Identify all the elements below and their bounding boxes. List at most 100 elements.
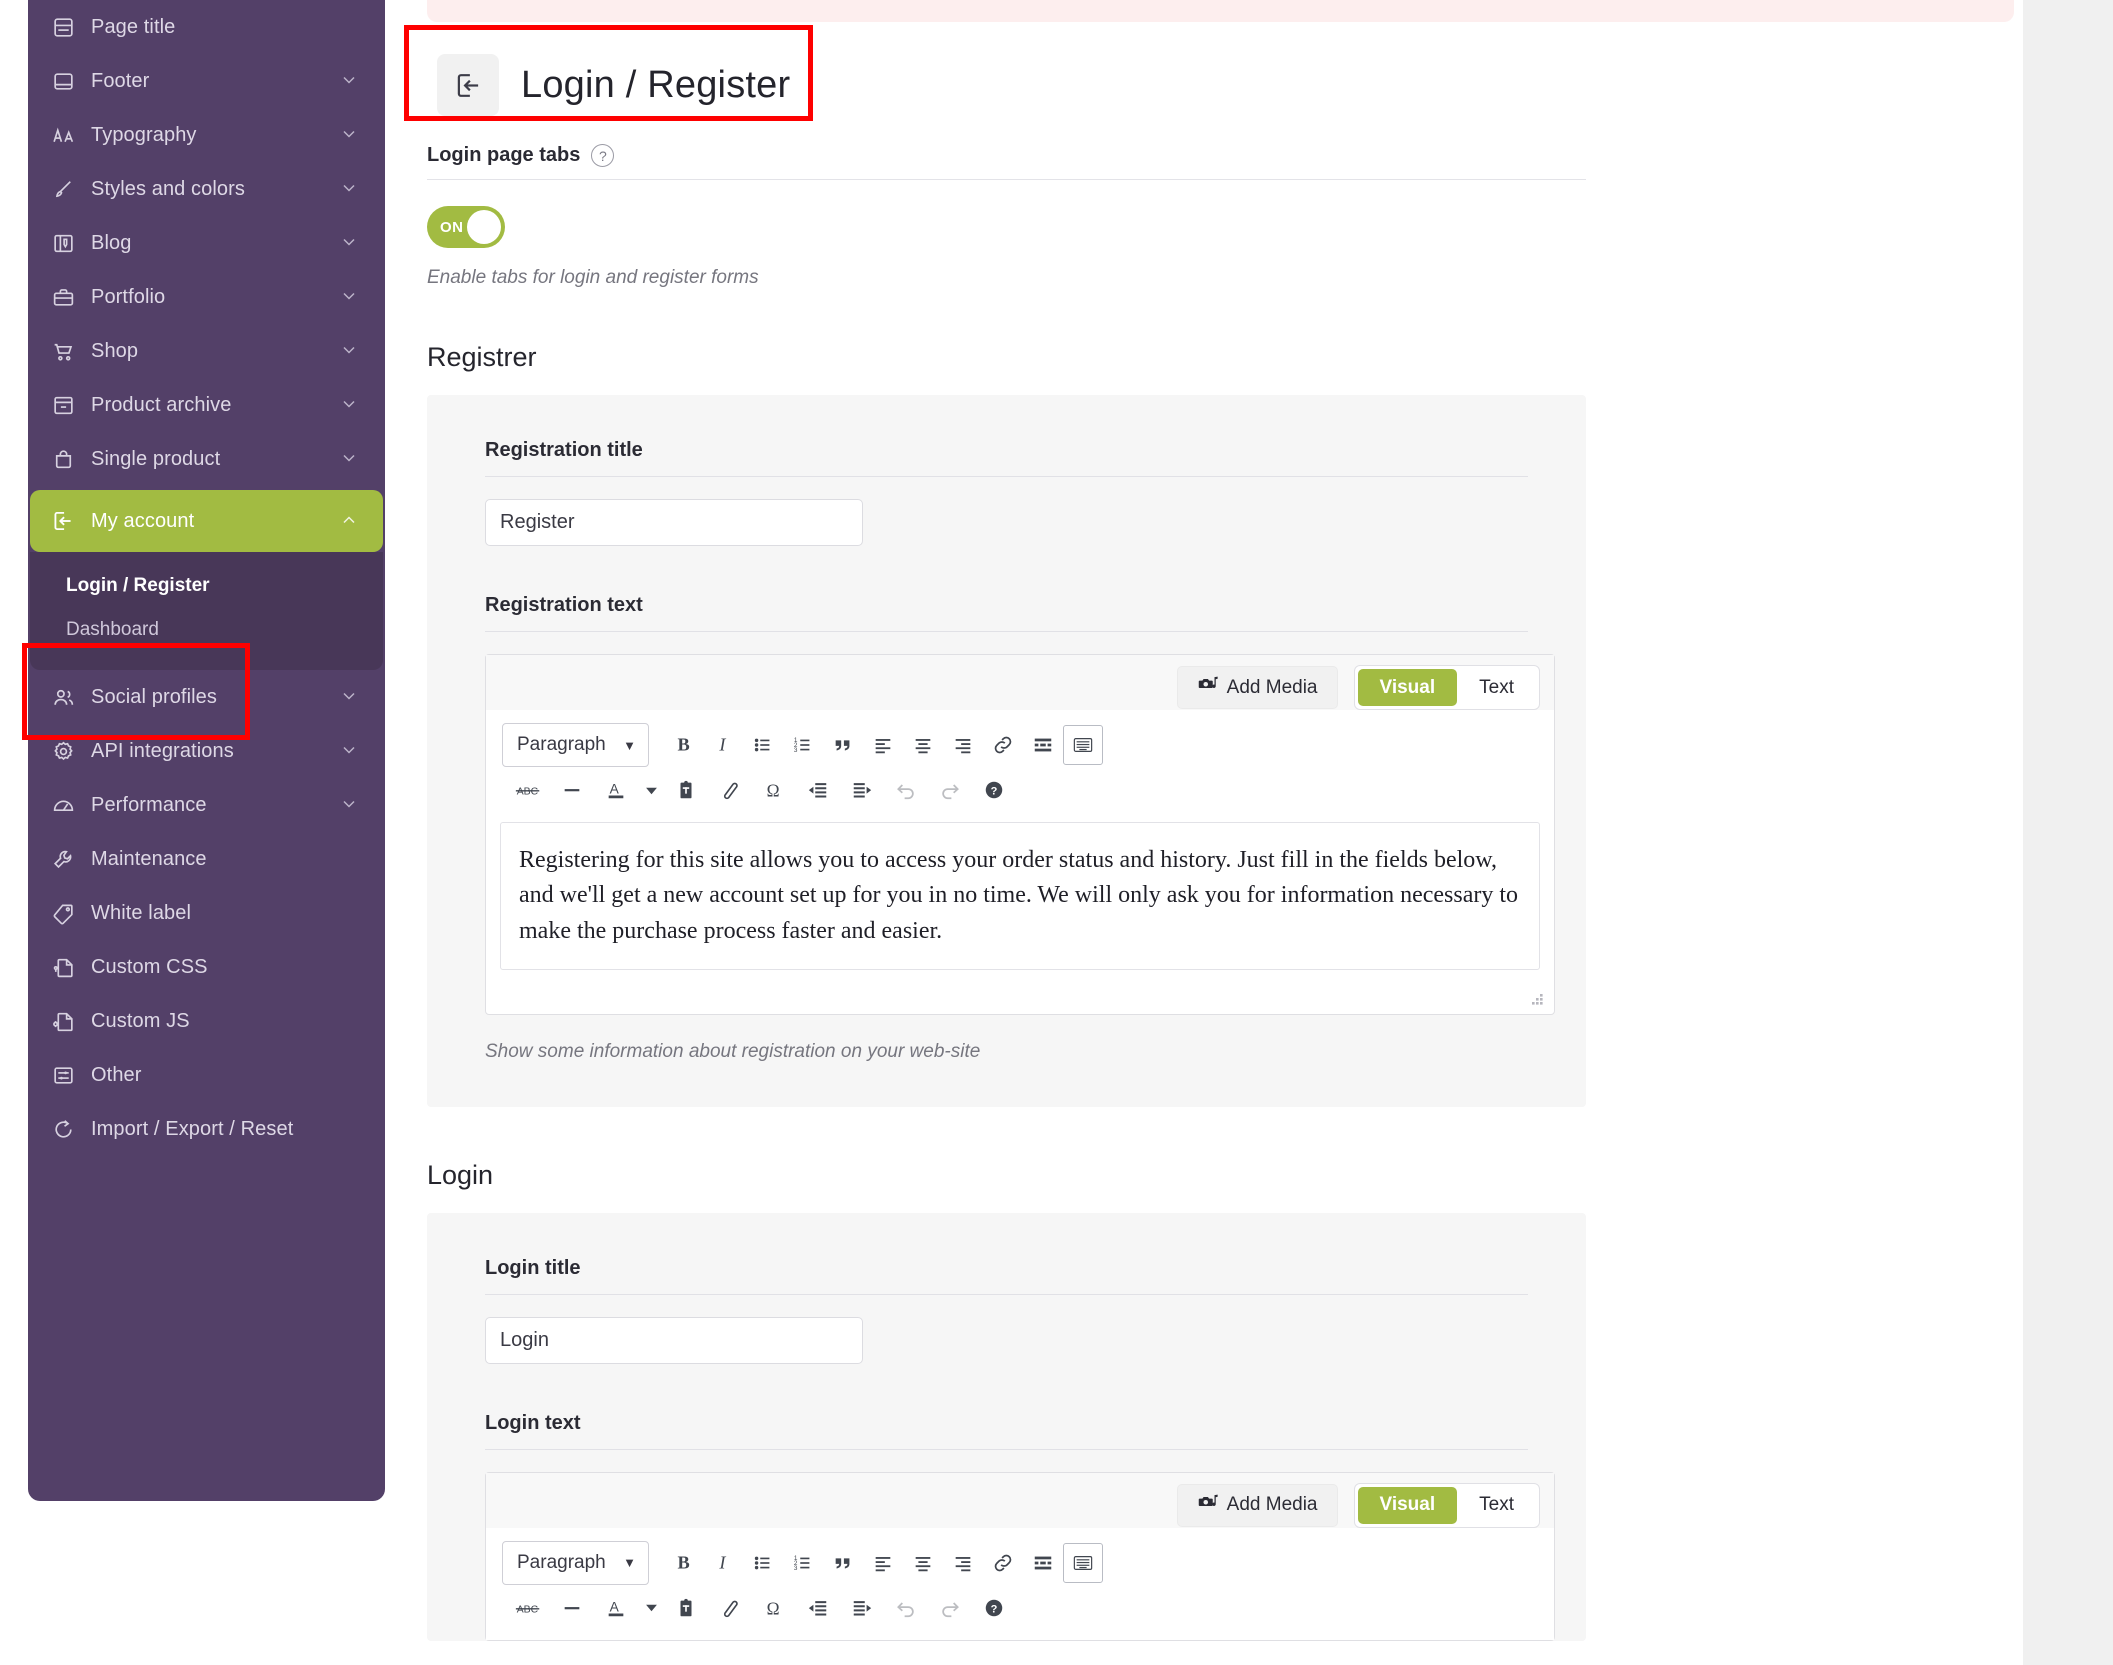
main-content: Login / Register Login page tabs ? ON En… [427, 0, 2023, 1641]
outdent-icon[interactable] [798, 1588, 838, 1628]
tab-visual[interactable]: Visual [1357, 1486, 1458, 1524]
registration-text-content[interactable]: Registering for this site allows you to … [500, 822, 1540, 970]
page-title-icon [50, 14, 76, 40]
horizontal-rule-icon[interactable] [552, 1588, 592, 1628]
align-right-icon[interactable] [943, 1543, 983, 1583]
strikethrough-icon[interactable]: ABC [508, 1588, 548, 1628]
sidebar-submenu-my-account: Login / Register Dashboard [30, 552, 383, 670]
toggle-state-label: ON [440, 218, 464, 236]
redo-icon[interactable] [930, 770, 970, 810]
svg-text:A: A [610, 1599, 620, 1614]
sidebar-item-maintenance[interactable]: Maintenance [30, 832, 383, 886]
italic-icon[interactable]: I [703, 725, 743, 765]
sidebar-item-styles-and-colors[interactable]: Styles and colors [30, 162, 383, 216]
align-center-icon[interactable] [903, 1543, 943, 1583]
link-icon[interactable] [983, 725, 1023, 765]
toggle-toolbar-icon[interactable] [1063, 1542, 1103, 1583]
divider [427, 179, 1586, 180]
sidebar-item-typography[interactable]: Typography [30, 108, 383, 162]
clear-formatting-icon[interactable] [710, 770, 750, 810]
sidebar-item-product-archive[interactable]: Product archive [30, 378, 383, 432]
sidebar-item-my-account[interactable]: My account [30, 490, 383, 552]
editor-topbar: Add Media Visual Text [486, 1472, 1554, 1528]
text-color-icon[interactable]: A [596, 1588, 636, 1628]
link-icon[interactable] [983, 1543, 1023, 1583]
add-media-label: Add Media [1226, 1494, 1318, 1516]
sidebar-item-white-label[interactable]: White label [30, 886, 383, 940]
read-more-icon[interactable] [1023, 1543, 1063, 1583]
horizontal-rule-icon[interactable] [552, 770, 592, 810]
registration-title-input[interactable]: Register [485, 499, 863, 546]
bold-icon[interactable]: B [663, 725, 703, 765]
add-media-button[interactable]: Add Media [1176, 666, 1338, 709]
sidebar-item-api-integrations[interactable]: API integrations [30, 724, 383, 778]
format-select-value: Paragraph [517, 1551, 606, 1573]
numbered-list-icon[interactable]: 1 2 3 [783, 1543, 823, 1583]
special-character-icon[interactable]: Ω [754, 1588, 794, 1628]
editor-toolbar: Paragraph ▼ B I 1 2 3 ABC A Ω ? [486, 710, 1554, 822]
archive-icon [50, 392, 76, 418]
align-left-icon[interactable] [863, 725, 903, 765]
indent-icon[interactable] [842, 1588, 882, 1628]
sidebar-item-other[interactable]: Other [30, 1048, 383, 1102]
keyboard-shortcuts-icon[interactable]: ? [974, 770, 1014, 810]
registration-title-label: Registration title [485, 439, 643, 461]
undo-icon[interactable] [886, 1588, 926, 1628]
toggle-toolbar-icon[interactable] [1063, 725, 1103, 765]
sidebar-item-shop[interactable]: Shop [30, 324, 383, 378]
sidebar-item-blog[interactable]: Blog [30, 216, 383, 270]
special-character-icon[interactable]: Ω [754, 770, 794, 810]
sidebar-item-single-product[interactable]: Single product [30, 432, 383, 486]
strikethrough-icon[interactable]: ABC [508, 770, 548, 810]
divider [485, 1448, 1528, 1450]
align-center-icon[interactable] [903, 725, 943, 765]
blockquote-icon[interactable] [823, 725, 863, 765]
italic-icon[interactable]: I [703, 1543, 743, 1583]
sidebar-subitem-label: Dashboard [66, 619, 159, 640]
add-media-button[interactable]: Add Media [1176, 1483, 1338, 1527]
text-color-icon[interactable]: A [596, 770, 636, 810]
redo-icon[interactable] [930, 1588, 970, 1628]
sidebar-item-label: Footer [91, 69, 150, 92]
bold-icon[interactable]: B [663, 1543, 703, 1583]
resize-handle[interactable] [1524, 988, 1546, 1010]
tab-text[interactable]: Text [1457, 669, 1536, 706]
paste-as-text-icon[interactable] [666, 770, 706, 810]
blockquote-icon[interactable] [823, 1543, 863, 1583]
numbered-list-icon[interactable]: 1 2 3 [783, 725, 823, 765]
align-right-icon[interactable] [943, 725, 983, 765]
sidebar-item-social-profiles[interactable]: Social profiles [30, 670, 383, 724]
tab-text[interactable]: Text [1457, 1487, 1536, 1524]
keyboard-shortcuts-icon[interactable]: ? [974, 1588, 1014, 1628]
color-caret-icon[interactable] [640, 1588, 662, 1628]
bulleted-list-icon[interactable] [743, 1543, 783, 1583]
paste-as-text-icon[interactable] [666, 1588, 706, 1628]
svg-text:ABC: ABC [517, 1604, 539, 1615]
bulleted-list-icon[interactable] [743, 725, 783, 765]
bag-icon [50, 446, 76, 472]
sidebar-subitem-login-register[interactable]: Login / Register [30, 564, 383, 608]
clear-formatting-icon[interactable] [710, 1588, 750, 1628]
outdent-icon[interactable] [798, 770, 838, 810]
app-root: Page title Footer Typography Styles and … [0, 0, 2113, 1665]
sidebar-item-custom-js[interactable]: Custom JS [30, 994, 383, 1048]
sidebar-item-portfolio[interactable]: Portfolio [30, 270, 383, 324]
read-more-icon[interactable] [1023, 725, 1063, 765]
sidebar-item-import-export-reset[interactable]: Import / Export / Reset [30, 1102, 383, 1156]
chevron-down-icon [339, 124, 361, 146]
align-left-icon[interactable] [863, 1543, 903, 1583]
format-select[interactable]: Paragraph ▼ [502, 1540, 649, 1585]
question-mark-icon[interactable]: ? [591, 144, 615, 167]
tab-visual[interactable]: Visual [1357, 669, 1458, 706]
login-title-input[interactable]: Login [485, 1316, 863, 1364]
sidebar-item-page-title[interactable]: Page title [30, 0, 383, 54]
sidebar-item-custom-css[interactable]: Custom CSS [30, 940, 383, 994]
sidebar-subitem-dashboard[interactable]: Dashboard [30, 608, 383, 652]
format-select[interactable]: Paragraph ▼ [502, 723, 649, 767]
undo-icon[interactable] [886, 770, 926, 810]
indent-icon[interactable] [842, 770, 882, 810]
color-caret-icon[interactable] [640, 770, 662, 810]
sidebar-item-performance[interactable]: Performance [30, 778, 383, 832]
login-page-tabs-toggle[interactable]: ON [427, 206, 505, 248]
sidebar-item-footer[interactable]: Footer [30, 54, 383, 108]
